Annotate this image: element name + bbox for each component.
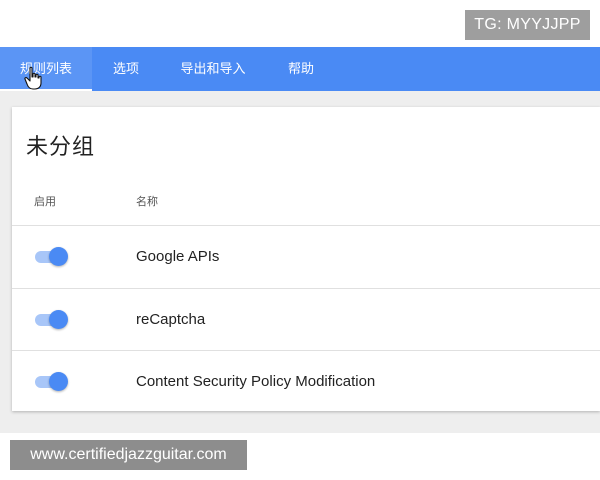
- rule-row: Google APIs: [12, 225, 600, 288]
- column-header-enabled: 启用: [34, 196, 56, 208]
- toggle-thumb: [49, 372, 68, 391]
- column-header-name: 名称: [136, 196, 158, 208]
- nav-bar: 规则列表 选项 导出和导入 帮助: [0, 47, 600, 91]
- toggle-thumb: [49, 247, 68, 266]
- tab-options[interactable]: 选项: [100, 47, 152, 91]
- group-card: 未分组 启用 名称 Google APIs reCaptcha Content …: [12, 107, 600, 411]
- rule-name[interactable]: Content Security Policy Modification: [136, 351, 375, 413]
- rule-row: reCaptcha: [12, 288, 600, 351]
- rule-name[interactable]: reCaptcha: [136, 289, 205, 351]
- app-window: TG: MYYJJPP 规则列表 选项 导出和导入 帮助 未分组 启用 名称 G…: [0, 0, 600, 480]
- rule-name[interactable]: Google APIs: [136, 226, 219, 288]
- group-title: 未分组: [26, 134, 96, 159]
- hand-pointer-icon: [24, 66, 42, 90]
- rule-row: Content Security Policy Modification: [12, 350, 600, 413]
- enabled-toggle[interactable]: [35, 371, 69, 393]
- enabled-toggle[interactable]: [35, 309, 69, 331]
- enabled-toggle[interactable]: [35, 246, 69, 268]
- watermark-top: TG: MYYJJPP: [465, 10, 590, 40]
- tab-rule-list[interactable]: 规则列表: [0, 47, 92, 91]
- tab-export-import[interactable]: 导出和导入: [170, 47, 256, 91]
- watermark-bottom: www.certifiedjazzguitar.com: [10, 440, 247, 470]
- toggle-thumb: [49, 310, 68, 329]
- tab-help[interactable]: 帮助: [276, 47, 326, 91]
